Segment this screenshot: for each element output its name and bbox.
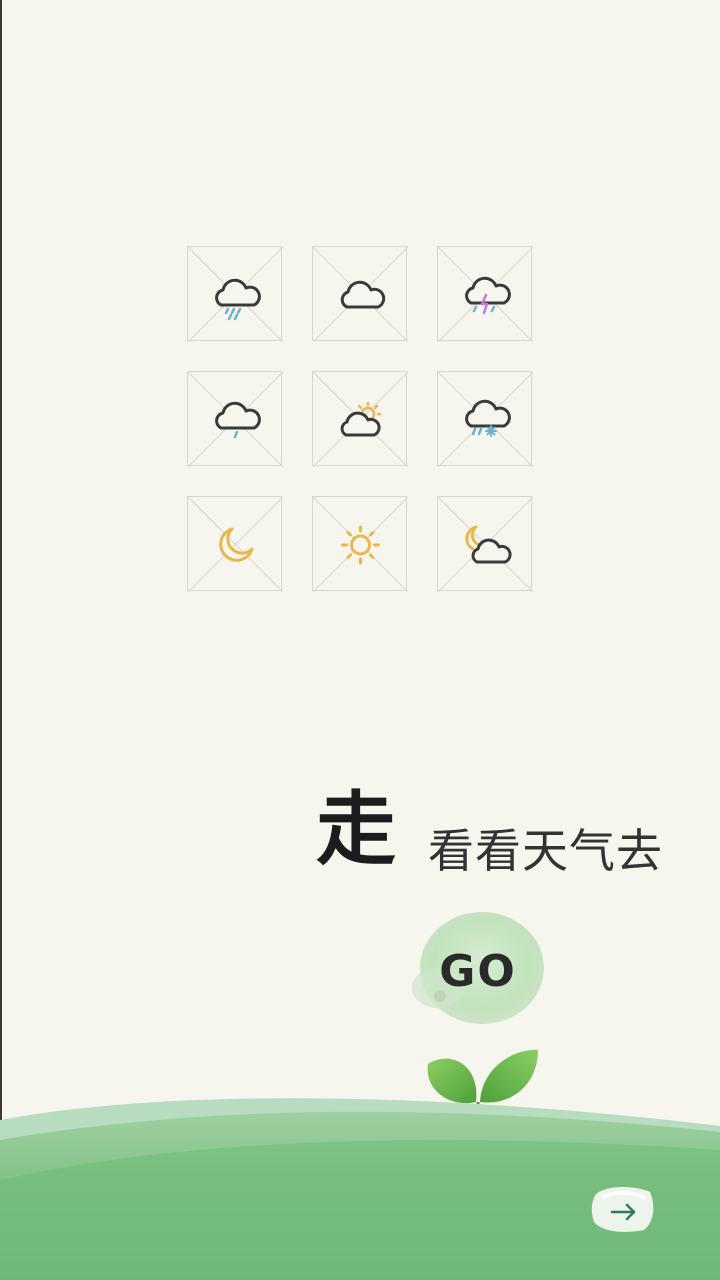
subtitle: 看看天气去 — [428, 824, 663, 878]
weather-icon-grid — [187, 246, 533, 592]
sun-icon[interactable] — [312, 496, 408, 592]
moon-icon[interactable] — [187, 496, 283, 592]
go-button[interactable]: GO — [408, 906, 548, 1036]
thunderstorm-icon[interactable] — [437, 246, 533, 342]
title-char: 走 — [316, 783, 396, 876]
arrow-right-icon — [591, 1187, 654, 1232]
moon-cloud-icon[interactable] — [437, 496, 533, 592]
light-rain-icon[interactable] — [187, 371, 283, 467]
rain-cloud-icon[interactable] — [187, 246, 283, 342]
sleet-icon[interactable] — [437, 371, 533, 467]
go-label: GO — [439, 946, 517, 997]
cloud-icon[interactable] — [312, 246, 408, 342]
sun-cloud-icon[interactable] — [312, 371, 408, 467]
next-button[interactable] — [588, 1178, 658, 1238]
